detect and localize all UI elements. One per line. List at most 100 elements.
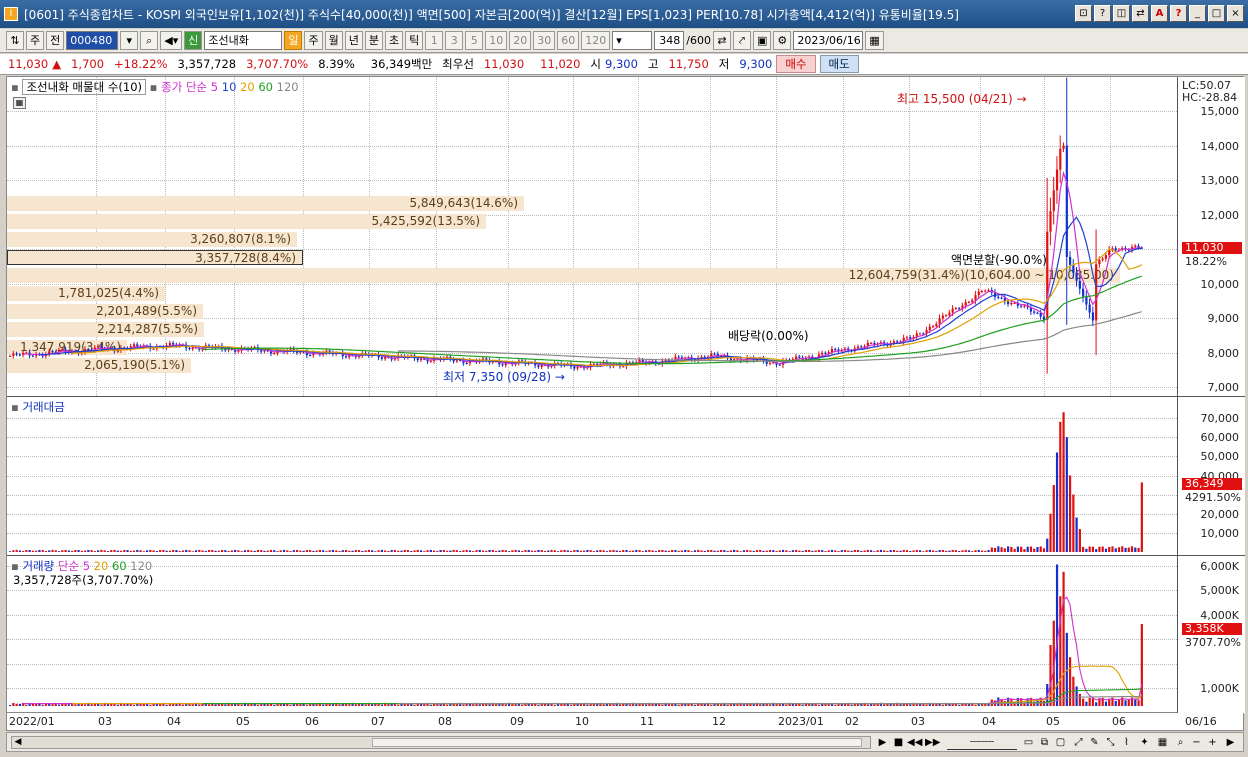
- change-percent: +18.22%: [114, 57, 168, 71]
- minute-60-button[interactable]: 60: [557, 31, 580, 50]
- candle-body: [384, 357, 387, 359]
- grid-table-icon[interactable]: ▦: [13, 97, 26, 109]
- buy-button[interactable]: 매수: [776, 55, 816, 73]
- prev-button[interactable]: 전: [46, 31, 65, 50]
- stock-name-field[interactable]: 조선내화: [204, 31, 283, 50]
- plus-icon[interactable]: +: [1205, 735, 1220, 750]
- minute-1-button[interactable]: 1: [425, 31, 444, 50]
- volume-bar: [710, 704, 713, 706]
- speaker-icon[interactable]: ◀▾: [160, 31, 183, 50]
- period-weekly-button[interactable]: 주: [304, 31, 323, 50]
- volume-bar: [322, 704, 325, 706]
- draw-tool-icon[interactable]: ✎: [1087, 735, 1102, 750]
- x-axis: 2022/01 03 04 05 06 07 08 09 10 11 12 20…: [6, 713, 1244, 731]
- scroll-right-icon[interactable]: ▶: [1223, 735, 1238, 750]
- amount-bar: [1039, 546, 1042, 552]
- font-icon[interactable]: A: [1151, 5, 1168, 22]
- shrink-icon[interactable]: ⤡: [1103, 735, 1118, 750]
- volume-legend-label[interactable]: 거래량: [22, 559, 54, 573]
- volume-profile-legend[interactable]: 조선내화 매물대 수(10): [22, 79, 147, 95]
- code-dropdown-icon[interactable]: ▾: [120, 31, 139, 50]
- grid-icon[interactable]: ▦: [1155, 735, 1170, 750]
- save-icon[interactable]: ▣: [752, 31, 772, 50]
- settings-icon[interactable]: ⚙: [773, 31, 792, 50]
- zoom-icon[interactable]: ⌕: [1173, 735, 1188, 750]
- maximize-button[interactable]: □: [1208, 5, 1225, 22]
- ma-legend-label[interactable]: 종가 단순: [161, 80, 207, 94]
- zoom-slider[interactable]: ┄┄┄┄: [947, 735, 1017, 750]
- volume-bar: [67, 704, 70, 706]
- stock-code-input[interactable]: 000480: [66, 31, 119, 50]
- help-search-icon[interactable]: ?: [1094, 5, 1111, 22]
- scroll-left-icon[interactable]: ◀: [12, 737, 24, 748]
- minute-30-button[interactable]: 30: [533, 31, 556, 50]
- type-select[interactable]: 주: [26, 31, 45, 50]
- window-copy-icon[interactable]: ◫: [1113, 5, 1130, 22]
- brush-icon[interactable]: ⌇: [1119, 735, 1134, 750]
- amount-bar: [834, 550, 837, 552]
- period-tick-button[interactable]: 틱: [405, 31, 424, 50]
- amount-bar: [335, 550, 338, 552]
- minus-icon[interactable]: −: [1189, 735, 1204, 750]
- trend-icon[interactable]: ⤤: [732, 31, 751, 50]
- volume-bar: [768, 704, 772, 706]
- calendar-icon[interactable]: ▦: [865, 31, 884, 50]
- minute-120-button[interactable]: 120: [581, 31, 611, 50]
- interval-select[interactable]: ▾: [612, 31, 653, 50]
- minute-10-button[interactable]: 10: [485, 31, 508, 50]
- window-icon[interactable]: ▢: [1053, 735, 1068, 750]
- volume-pane[interactable]: ▪ 거래량 단순 5 20 60 120 3,357,728주(3,707.70…: [7, 556, 1177, 714]
- minute-5-button[interactable]: 5: [465, 31, 484, 50]
- layout-icon[interactable]: ▭: [1021, 735, 1036, 750]
- minute-20-button[interactable]: 20: [509, 31, 532, 50]
- scroll-thumb[interactable]: [372, 738, 862, 747]
- volume-y-axis[interactable]: 6,000K 5,000K 4,000K 1,000K 3,358K 3707.…: [1177, 556, 1245, 714]
- play-icon[interactable]: ▶: [875, 735, 890, 750]
- fast-forward-icon[interactable]: ▶▶: [925, 735, 940, 750]
- amount-y-axis[interactable]: 70,000 60,000 50,000 40,000 20,000 10,00…: [1177, 397, 1245, 556]
- amount-pane[interactable]: ▪ 거래대금: [7, 397, 1177, 556]
- volume-bar: [925, 704, 928, 706]
- amount-bar: [739, 551, 742, 552]
- price-y-axis[interactable]: LC:50.07 HC:-28.84 15,000 14,000 13,000 …: [1177, 77, 1245, 397]
- period-minute-button[interactable]: 분: [364, 31, 383, 50]
- expand-icon[interactable]: ⤢: [1071, 735, 1086, 750]
- volume-bar: [18, 703, 21, 706]
- amount-bar: [514, 549, 517, 552]
- close-button[interactable]: ×: [1227, 5, 1244, 22]
- amount-bar: [132, 550, 136, 552]
- date-input[interactable]: 2023/06/16: [793, 31, 864, 50]
- search-icon[interactable]: ⌕: [140, 31, 159, 50]
- volume-bar: [403, 703, 406, 706]
- period-yearly-button[interactable]: 년: [344, 31, 363, 50]
- wand-icon[interactable]: ✦: [1137, 735, 1152, 750]
- sell-button[interactable]: 매도: [819, 55, 859, 73]
- amount-bar: [172, 549, 175, 552]
- copy-icon[interactable]: ⧉: [1037, 735, 1052, 750]
- amount-bar: [703, 550, 706, 552]
- price-pane[interactable]: 5,849,643(14.6%) 5,425,592(13.5%) 3,260,…: [7, 77, 1177, 397]
- amount-legend-label[interactable]: 거래대금: [22, 400, 64, 414]
- rewind-icon[interactable]: ◀◀: [907, 735, 922, 750]
- chart-area[interactable]: 5,849,643(14.6%) 5,425,592(13.5%) 3,260,…: [6, 76, 1245, 714]
- amount-bar: [354, 549, 357, 552]
- link-icon[interactable]: ⇄: [1132, 5, 1149, 22]
- amount-bar: [915, 549, 918, 552]
- layout-icon[interactable]: ⊡: [1075, 5, 1092, 22]
- stop-icon[interactable]: ■: [891, 735, 906, 750]
- help-icon[interactable]: ?: [1170, 5, 1187, 22]
- amount-bar: [925, 550, 928, 552]
- period-monthly-button[interactable]: 월: [324, 31, 343, 50]
- crosshair-icon[interactable]: ⇄: [712, 31, 731, 50]
- count-input[interactable]: 348: [654, 31, 685, 50]
- minimize-button[interactable]: _: [1189, 5, 1206, 22]
- amount-bar: [821, 550, 824, 552]
- amount-bar: [1003, 548, 1006, 552]
- period-second-button[interactable]: 초: [384, 31, 404, 50]
- minute-3-button[interactable]: 3: [445, 31, 464, 50]
- volume-bar: [230, 704, 233, 706]
- horizontal-scrollbar[interactable]: ◀: [11, 736, 871, 749]
- period-daily-button[interactable]: 일: [284, 31, 303, 50]
- vol-ma-120: 120: [130, 559, 153, 573]
- pin-icon[interactable]: ⇅: [6, 31, 24, 50]
